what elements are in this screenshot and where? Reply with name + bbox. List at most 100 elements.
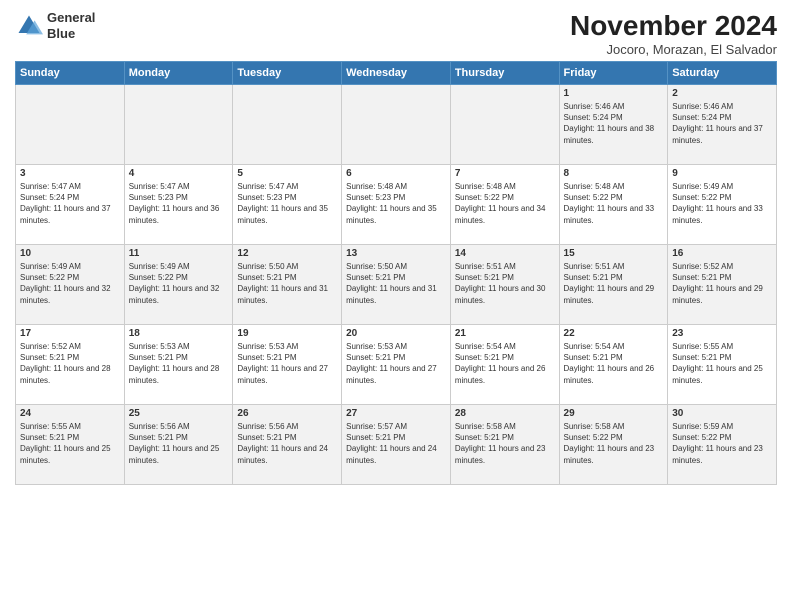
day-number: 22 <box>564 328 664 339</box>
calendar-cell <box>233 85 342 165</box>
day-info: Sunrise: 5:58 AM Sunset: 5:21 PM Dayligh… <box>455 421 555 466</box>
calendar-week-row: 17Sunrise: 5:52 AM Sunset: 5:21 PM Dayli… <box>16 325 777 405</box>
day-info: Sunrise: 5:54 AM Sunset: 5:21 PM Dayligh… <box>564 341 664 386</box>
calendar-cell: 16 Sunrise: 5:52 AM Sunset: 5:21 PM Dayli… <box>668 245 777 325</box>
day-number: 28 <box>455 408 555 419</box>
day-info: Sunrise: 5:56 AM Sunset: 5:21 PM Dayligh… <box>237 421 337 466</box>
day-number: 9 <box>672 168 772 179</box>
calendar-cell: 21Sunrise: 5:54 AM Sunset: 5:21 PM Dayli… <box>450 325 559 405</box>
calendar-cell: 25 Sunrise: 5:56 AM Sunset: 5:21 PM Dayli… <box>124 405 233 485</box>
header: General Blue November 2024 Jocoro, Moraz… <box>15 10 777 57</box>
calendar-header-row: Sunday Monday Tuesday Wednesday Thursday… <box>16 62 777 85</box>
day-number: 3 <box>20 168 120 179</box>
day-number: 10 <box>20 248 120 259</box>
calendar-cell: 27 Sunrise: 5:57 AM Sunset: 5:21 PM Dayli… <box>342 405 451 485</box>
day-number: 23 <box>672 328 772 339</box>
day-number: 26 <box>237 408 337 419</box>
col-friday: Friday <box>559 62 668 85</box>
calendar-cell <box>16 85 125 165</box>
calendar-table: Sunday Monday Tuesday Wednesday Thursday… <box>15 61 777 485</box>
calendar-cell: 15Sunrise: 5:51 AM Sunset: 5:21 PM Dayli… <box>559 245 668 325</box>
day-info: Sunrise: 5:46 AM Sunset: 5:24 PM Dayligh… <box>672 101 772 146</box>
calendar-week-row: 3Sunrise: 5:47 AM Sunset: 5:24 PM Daylig… <box>16 165 777 245</box>
day-info: Sunrise: 5:46 AM Sunset: 5:24 PM Dayligh… <box>564 101 664 146</box>
day-number: 8 <box>564 168 664 179</box>
col-monday: Monday <box>124 62 233 85</box>
calendar-cell: 23 Sunrise: 5:55 AM Sunset: 5:21 PM Dayli… <box>668 325 777 405</box>
calendar-cell: 18Sunrise: 5:53 AM Sunset: 5:21 PM Dayli… <box>124 325 233 405</box>
day-info: Sunrise: 5:49 AM Sunset: 5:22 PM Dayligh… <box>129 261 229 306</box>
day-number: 5 <box>237 168 337 179</box>
logo-icon <box>15 12 43 40</box>
calendar-cell: 19Sunrise: 5:53 AM Sunset: 5:21 PM Dayli… <box>233 325 342 405</box>
day-number: 21 <box>455 328 555 339</box>
day-number: 1 <box>564 88 664 99</box>
title-block: November 2024 Jocoro, Morazan, El Salvad… <box>570 10 777 57</box>
day-number: 15 <box>564 248 664 259</box>
day-number: 6 <box>346 168 446 179</box>
day-number: 24 <box>20 408 120 419</box>
day-number: 11 <box>129 248 229 259</box>
logo: General Blue <box>15 10 95 41</box>
day-number: 13 <box>346 248 446 259</box>
calendar-cell: 12Sunrise: 5:50 AM Sunset: 5:21 PM Dayli… <box>233 245 342 325</box>
month-title: November 2024 <box>570 10 777 42</box>
calendar-cell: 13 Sunrise: 5:50 AM Sunset: 5:21 PM Dayli… <box>342 245 451 325</box>
day-number: 14 <box>455 248 555 259</box>
col-tuesday: Tuesday <box>233 62 342 85</box>
calendar-cell: 10 Sunrise: 5:49 AM Sunset: 5:22 PM Dayli… <box>16 245 125 325</box>
day-number: 25 <box>129 408 229 419</box>
day-info: Sunrise: 5:47 AM Sunset: 5:23 PM Dayligh… <box>129 181 229 226</box>
day-number: 29 <box>564 408 664 419</box>
calendar-week-row: 1 Sunrise: 5:46 AM Sunset: 5:24 PM Daylig… <box>16 85 777 165</box>
calendar-cell: 9 Sunrise: 5:49 AM Sunset: 5:22 PM Daylig… <box>668 165 777 245</box>
calendar-cell: 14 Sunrise: 5:51 AM Sunset: 5:21 PM Dayli… <box>450 245 559 325</box>
calendar-cell: 29 Sunrise: 5:58 AM Sunset: 5:22 PM Dayli… <box>559 405 668 485</box>
calendar-week-row: 24 Sunrise: 5:55 AM Sunset: 5:21 PM Dayli… <box>16 405 777 485</box>
col-wednesday: Wednesday <box>342 62 451 85</box>
day-number: 20 <box>346 328 446 339</box>
day-info: Sunrise: 5:51 AM Sunset: 5:21 PM Dayligh… <box>455 261 555 306</box>
calendar-cell <box>342 85 451 165</box>
calendar-cell: 22 Sunrise: 5:54 AM Sunset: 5:21 PM Dayli… <box>559 325 668 405</box>
day-number: 30 <box>672 408 772 419</box>
day-info: Sunrise: 5:55 AM Sunset: 5:21 PM Dayligh… <box>20 421 120 466</box>
day-info: Sunrise: 5:52 AM Sunset: 5:21 PM Dayligh… <box>672 261 772 306</box>
day-info: Sunrise: 5:48 AM Sunset: 5:22 PM Dayligh… <box>455 181 555 226</box>
day-number: 19 <box>237 328 337 339</box>
calendar-cell: 6 Sunrise: 5:48 AM Sunset: 5:23 PM Daylig… <box>342 165 451 245</box>
day-info: Sunrise: 5:48 AM Sunset: 5:22 PM Dayligh… <box>564 181 664 226</box>
day-info: Sunrise: 5:56 AM Sunset: 5:21 PM Dayligh… <box>129 421 229 466</box>
calendar-cell: 24 Sunrise: 5:55 AM Sunset: 5:21 PM Dayli… <box>16 405 125 485</box>
location: Jocoro, Morazan, El Salvador <box>570 42 777 57</box>
day-info: Sunrise: 5:58 AM Sunset: 5:22 PM Dayligh… <box>564 421 664 466</box>
day-number: 27 <box>346 408 446 419</box>
main-container: General Blue November 2024 Jocoro, Moraz… <box>0 0 792 490</box>
day-info: Sunrise: 5:59 AM Sunset: 5:22 PM Dayligh… <box>672 421 772 466</box>
day-number: 16 <box>672 248 772 259</box>
col-thursday: Thursday <box>450 62 559 85</box>
calendar-cell: 7 Sunrise: 5:48 AM Sunset: 5:22 PM Daylig… <box>450 165 559 245</box>
calendar-cell: 17Sunrise: 5:52 AM Sunset: 5:21 PM Dayli… <box>16 325 125 405</box>
day-number: 17 <box>20 328 120 339</box>
calendar-week-row: 10 Sunrise: 5:49 AM Sunset: 5:22 PM Dayli… <box>16 245 777 325</box>
day-info: Sunrise: 5:53 AM Sunset: 5:21 PM Dayligh… <box>346 341 446 386</box>
day-info: Sunrise: 5:57 AM Sunset: 5:21 PM Dayligh… <box>346 421 446 466</box>
day-info: Sunrise: 5:49 AM Sunset: 5:22 PM Dayligh… <box>672 181 772 226</box>
calendar-cell: 11 Sunrise: 5:49 AM Sunset: 5:22 PM Dayli… <box>124 245 233 325</box>
day-info: Sunrise: 5:47 AM Sunset: 5:23 PM Dayligh… <box>237 181 337 226</box>
day-number: 4 <box>129 168 229 179</box>
logo-text: General Blue <box>47 10 95 41</box>
calendar-cell <box>124 85 233 165</box>
calendar-cell: 1 Sunrise: 5:46 AM Sunset: 5:24 PM Daylig… <box>559 85 668 165</box>
day-info: Sunrise: 5:55 AM Sunset: 5:21 PM Dayligh… <box>672 341 772 386</box>
day-info: Sunrise: 5:50 AM Sunset: 5:21 PM Dayligh… <box>346 261 446 306</box>
day-number: 18 <box>129 328 229 339</box>
day-info: Sunrise: 5:48 AM Sunset: 5:23 PM Dayligh… <box>346 181 446 226</box>
calendar-cell: 8 Sunrise: 5:48 AM Sunset: 5:22 PM Daylig… <box>559 165 668 245</box>
day-info: Sunrise: 5:50 AM Sunset: 5:21 PM Dayligh… <box>237 261 337 306</box>
day-info: Sunrise: 5:49 AM Sunset: 5:22 PM Dayligh… <box>20 261 120 306</box>
day-number: 7 <box>455 168 555 179</box>
calendar-cell: 3Sunrise: 5:47 AM Sunset: 5:24 PM Daylig… <box>16 165 125 245</box>
calendar-cell: 26 Sunrise: 5:56 AM Sunset: 5:21 PM Dayli… <box>233 405 342 485</box>
